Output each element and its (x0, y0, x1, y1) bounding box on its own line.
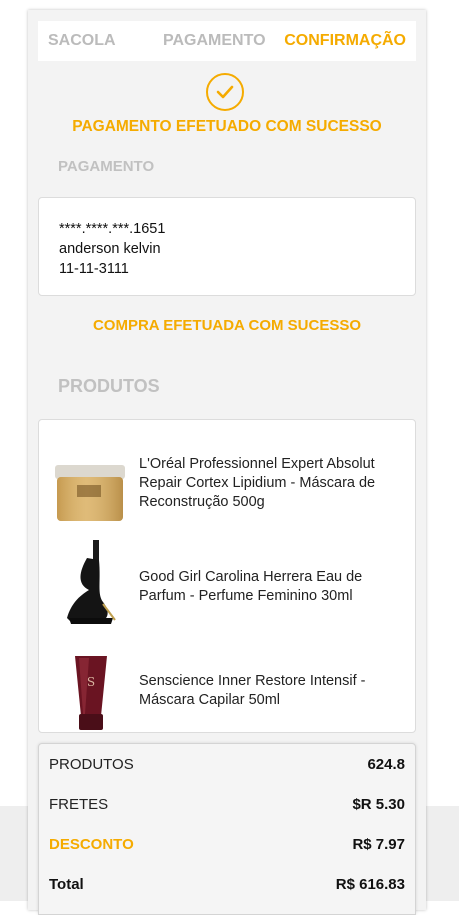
summary-row-products: PRODUTOS 624.8 (49, 756, 405, 780)
card-expiry: 11-11-3111 (59, 261, 129, 277)
shipping-label: FRETES (49, 796, 109, 813)
step-confirmation[interactable]: CONFIRMAÇÃO (284, 32, 406, 50)
products-total-label: PRODUTOS (49, 756, 134, 773)
products-section-label: PRODUTOS (58, 376, 160, 396)
card-holder: anderson kelvin (59, 241, 161, 257)
discount-label: DESCONTO (49, 836, 134, 853)
product-name: Senscience Inner Restore Intensif - Másc… (139, 673, 366, 708)
hair-mask-tube-image: S (49, 650, 133, 734)
summary-row-total: Total R$ 616.83 (49, 876, 405, 900)
checkout-steps: SACOLA PAGAMENTO CONFIRMAÇÃO (38, 21, 416, 61)
hair-mask-jar-image (49, 447, 133, 531)
products-card: L'Oréal Professionnel Expert Absolut Rep… (38, 419, 416, 733)
payment-success-message: PAGAMENTO EFETUADO COM SUCESSO (72, 118, 382, 135)
summary-row-shipping: FRETES $R 5.30 (49, 796, 405, 820)
check-circle-icon (206, 73, 244, 111)
summary-row-discount: DESCONTO R$ 7.97 (49, 836, 405, 860)
perfume-bottle-image (49, 538, 133, 624)
payment-section-label: PAGAMENTO (58, 158, 155, 175)
order-success-message: COMPRA EFETUADA COM SUCESSO (92, 317, 362, 334)
total-value: R$ 616.83 (335, 876, 405, 893)
step-bag[interactable]: SACOLA (48, 32, 116, 50)
total-label: Total (49, 876, 84, 893)
step-payment[interactable]: PAGAMENTO (163, 32, 266, 50)
shipping-value: $R 5.30 (352, 796, 405, 813)
card-number: ****.****.***.1651 (59, 221, 166, 237)
product-name: L'Oréal Professionnel Expert Absolut Rep… (139, 456, 376, 510)
payment-info-card: ****.****.***.1651 anderson kelvin 11-11… (38, 197, 416, 296)
checkout-panel: SACOLA PAGAMENTO CONFIRMAÇÃO PAGAMENTO E… (28, 10, 426, 915)
order-summary: PRODUTOS 624.8 FRETES $R 5.30 DESCONTO R… (38, 743, 416, 915)
discount-value: R$ 7.97 (352, 836, 405, 853)
products-total-value: 624.8 (367, 756, 405, 773)
product-name: Good Girl Carolina Herrera Eau de Parfum… (139, 569, 363, 604)
svg-text:S: S (87, 675, 95, 689)
